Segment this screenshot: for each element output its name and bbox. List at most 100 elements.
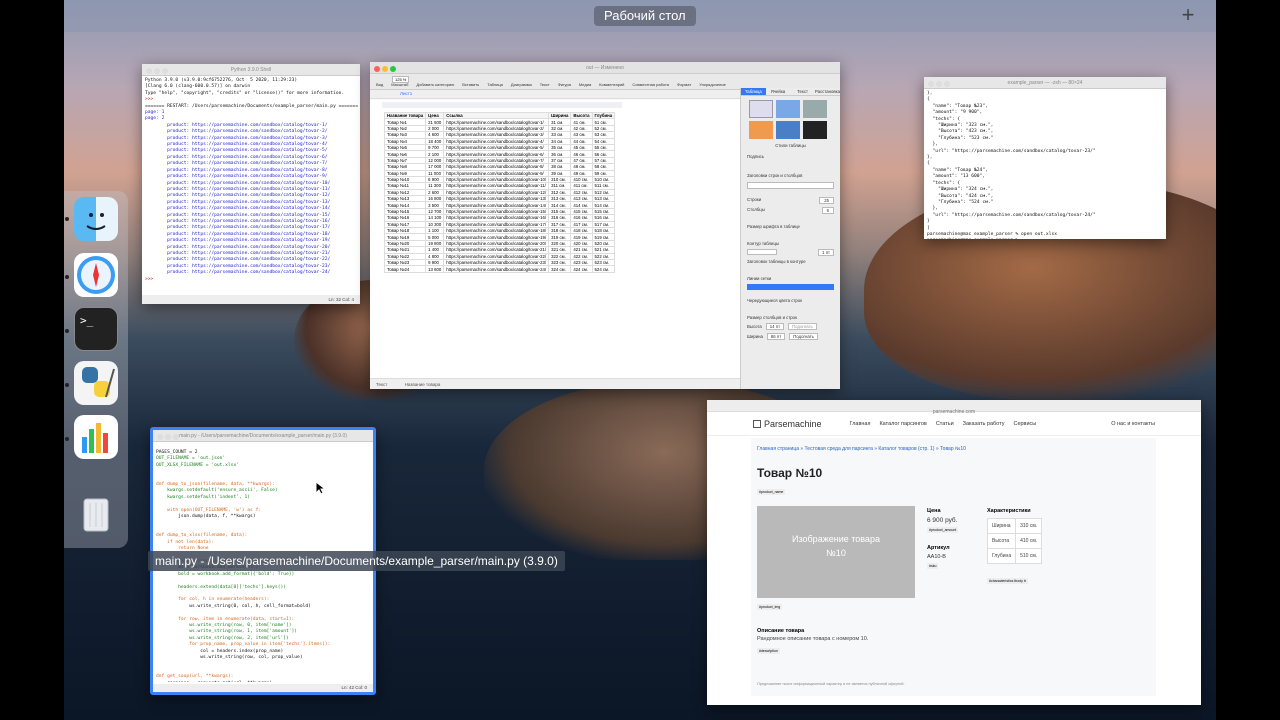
idle-shell-window[interactable]: Python 3.9.0 Shell Python 3.9.0 (v3.9.0:… (142, 64, 360, 304)
window-titlebar[interactable]: out — Изменено (370, 62, 840, 74)
toolbar-button[interactable]: Упорядочение (699, 82, 726, 87)
height-stepper[interactable]: 14 пт (765, 323, 785, 330)
toolbar-button[interactable]: Комментарий (599, 82, 624, 87)
outline-style-select[interactable] (747, 249, 777, 255)
toolbar-button[interactable]: Добавить категорию (416, 82, 454, 87)
table-cell[interactable]: https://parsemachine.com/sandbox/catalog… (443, 137, 550, 145)
table-cell[interactable]: https://parsemachine.com/sandbox/catalog… (443, 131, 550, 139)
table-cell[interactable]: https://parsemachine.com/sandbox/catalog… (443, 182, 550, 190)
table-cell[interactable]: https://parsemachine.com/sandbox/catalog… (443, 195, 550, 203)
table-cell[interactable]: https://parsemachine.com/sandbox/catalog… (443, 233, 550, 241)
toolbar-button[interactable]: Фигура (558, 82, 571, 87)
table-style-option[interactable] (776, 121, 800, 139)
width-stepper[interactable]: 86 пт (766, 333, 786, 340)
headers-steppers[interactable] (747, 182, 834, 189)
numbers-icon[interactable] (74, 415, 118, 459)
fit-width-button[interactable]: Подогнать (789, 333, 818, 340)
address-bar[interactable]: parsemachine.com (933, 409, 975, 415)
table-style-option[interactable] (803, 121, 827, 139)
terminal-output[interactable]: },{ "name": "Товар №23", "amount": "9 90… (924, 89, 1166, 239)
nav-link[interactable]: Сервисы (1013, 421, 1036, 427)
table-cell[interactable]: Товар №24 (383, 265, 427, 273)
table-cell[interactable]: 424 см. (570, 265, 593, 273)
add-desktop-button[interactable]: + (1176, 3, 1200, 27)
sheet-canvas[interactable]: Название товара Цена Ссылка Ширина Высота Глу… (370, 100, 740, 378)
window-titlebar[interactable]: Python 3.9.0 Shell (142, 64, 360, 76)
nav-link[interactable]: Статьи (936, 421, 954, 427)
toolbar-button[interactable]: Диаграмма (511, 82, 532, 87)
nav-link[interactable]: Главная (850, 421, 871, 427)
table-cell[interactable]: 13 600 (425, 265, 445, 273)
table-cell[interactable]: https://parsemachine.com/sandbox/catalog… (443, 252, 550, 261)
table-cell[interactable]: https://parsemachine.com/sandbox/catalog… (443, 188, 550, 197)
title-outline-checkbox[interactable]: Заголовок таблицы в контуре (747, 259, 834, 264)
finder-icon[interactable] (74, 197, 118, 241)
table-cell[interactable]: Высота (570, 111, 593, 120)
table-cell[interactable]: 324 см. (548, 265, 572, 273)
alternating-rows-checkbox[interactable]: Чередующиеся цвета строк (747, 298, 834, 303)
table-cell[interactable]: https://parsemachine.com/sandbox/catalog… (443, 214, 550, 222)
table-cell[interactable]: 14 100 (425, 214, 445, 222)
toolbar-button[interactable]: Текст (540, 82, 550, 87)
table-cell[interactable]: 12 700 (425, 207, 445, 216)
table-cell[interactable]: https://parsemachine.com/sandbox/catalog… (443, 226, 550, 235)
table-cell[interactable]: Глубина (591, 111, 616, 120)
table-cell[interactable]: https://parsemachine.com/sandbox/catalog… (443, 124, 550, 133)
shell-output[interactable]: Python 3.9.0 (v3.9.0:9cf6752276, Oct 5 2… (142, 76, 360, 294)
table-cell[interactable]: https://parsemachine.com/sandbox/catalog… (443, 246, 550, 254)
outline-width-stepper[interactable]: 1 пт (818, 249, 834, 256)
numbers-window[interactable]: out — Изменено Вид Масштаб Добавить катего… (370, 62, 840, 389)
table-cell[interactable]: Название товара (383, 111, 427, 120)
table-cell[interactable]: https://parsemachine.com/sandbox/catalog… (443, 239, 550, 248)
safari-window[interactable]: parsemachine.com Parsemachine Главная Кат… (707, 400, 1201, 705)
table-cell[interactable]: 524 см. (591, 265, 616, 273)
sheet-tab[interactable]: Лист1 (400, 91, 412, 96)
inspector-tab[interactable]: Таблица (741, 88, 766, 95)
table-cell[interactable]: 18 400 (425, 137, 445, 145)
inspector-tab[interactable]: Ячейка (766, 88, 791, 95)
toolbar-button[interactable]: Вид (376, 82, 383, 87)
desktop-label[interactable]: Рабочий стол (594, 6, 696, 26)
window-titlebar[interactable]: example_parser — -zsh — 80×24 (924, 77, 1166, 89)
table-style-option[interactable] (776, 100, 800, 118)
table-style-option[interactable] (749, 100, 773, 118)
caption-checkbox[interactable]: Подпись (747, 154, 834, 159)
table-cell[interactable]: 16 800 (425, 195, 445, 203)
table-cell[interactable]: https://parsemachine.com/sandbox/catalog… (443, 156, 550, 165)
table-cell[interactable]: Ширина (548, 111, 572, 120)
nav-link[interactable]: Каталог парсингов (879, 421, 926, 427)
terminal-window[interactable]: example_parser — -zsh — 80×24 },{ "name"… (924, 77, 1166, 239)
zoom-select[interactable]: 125 % (392, 76, 410, 83)
table-cell[interactable]: https://parsemachine.com/sandbox/catalog… (443, 265, 550, 273)
toolbar-button[interactable]: Таблица (487, 82, 503, 87)
table-cell[interactable]: 12 000 (425, 156, 445, 165)
nav-contacts[interactable]: О нас и контакты (1111, 421, 1155, 427)
toolbar-button[interactable]: Вставить (462, 82, 479, 87)
window-titlebar[interactable]: main.py - /Users/parsemachine/Documents/… (153, 430, 373, 442)
table-cell[interactable]: 17 000 (425, 163, 445, 171)
table-style-option[interactable] (803, 100, 827, 118)
table-cell[interactable]: https://parsemachine.com/sandbox/catalog… (443, 118, 550, 126)
nav-link[interactable]: Заказать работу (963, 421, 1005, 427)
table-cell[interactable]: 10 300 (425, 220, 445, 229)
toolbar-button[interactable]: Формат (677, 82, 691, 87)
fit-height-button[interactable]: Подогнать (788, 323, 817, 330)
table-cell[interactable]: 19 800 (425, 239, 445, 248)
table-row[interactable]: Товар №24 13 600 https://parsemachine.com/… (383, 265, 616, 273)
table-cell[interactable]: https://parsemachine.com/sandbox/catalog… (443, 258, 550, 267)
table-cell[interactable]: https://parsemachine.com/sandbox/catalog… (443, 201, 550, 209)
table-cell[interactable]: https://parsemachine.com/sandbox/catalog… (443, 143, 550, 152)
table-cell[interactable]: https://parsemachine.com/sandbox/catalog… (443, 175, 550, 184)
python-icon[interactable] (74, 361, 118, 405)
table-cell[interactable]: https://parsemachine.com/sandbox/catalog… (443, 169, 550, 177)
table-styles-grid[interactable] (749, 100, 832, 139)
columns-stepper[interactable]: 6 (821, 207, 834, 214)
inspector-tab[interactable]: Расстановка (815, 88, 840, 95)
data-table[interactable]: Название товара Цена Ссылка Ширина Высота Глу… (383, 111, 616, 273)
trash-icon[interactable] (74, 491, 118, 535)
table-cell[interactable]: https://parsemachine.com/sandbox/catalog… (443, 220, 550, 229)
table-cell[interactable]: 21 500 (425, 118, 445, 126)
table-cell[interactable]: https://parsemachine.com/sandbox/catalog… (443, 150, 550, 158)
table-style-option[interactable] (749, 121, 773, 139)
table-cell[interactable]: https://parsemachine.com/sandbox/catalog… (443, 207, 550, 216)
